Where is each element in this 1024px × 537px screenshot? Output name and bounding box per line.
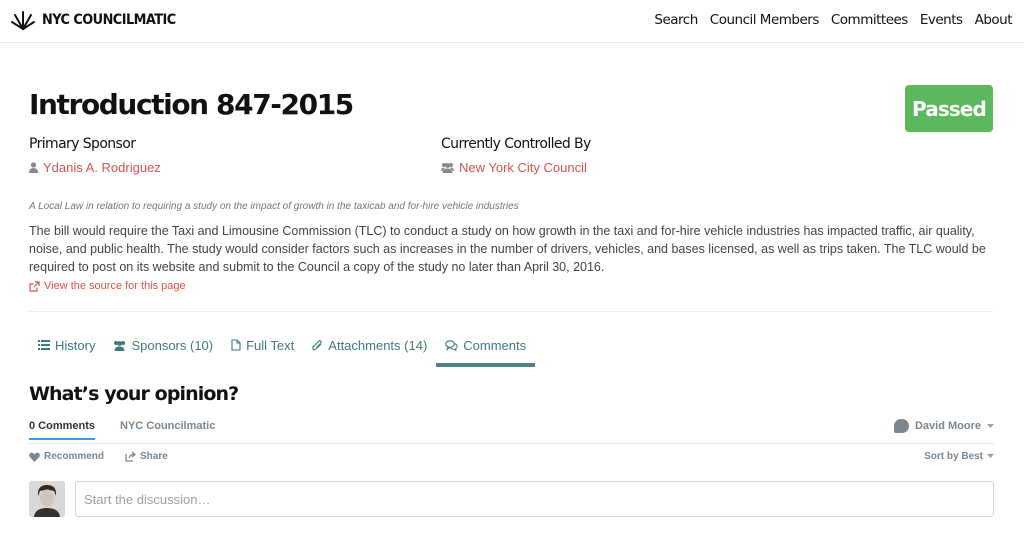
share-button[interactable]: Share [125,451,168,462]
tab-comments[interactable]: Comments [436,333,536,367]
primary-sponsor-link[interactable]: Ydanis A. Rodriguez [29,160,161,175]
share-icon [125,451,136,462]
users-icon [441,163,454,173]
comments-actions: Recommend Share Sort by Best [29,451,994,465]
nav-committees[interactable]: Committees [831,12,908,28]
tab-community[interactable]: NYC Councilmatic [120,420,215,432]
tab-sponsors-label: Sponsors (10) [131,337,214,353]
top-navbar: NYC COUNCILMATIC Search Council Members … [0,0,1024,43]
user-avatar-icon [29,481,65,517]
tab-attachments-label: Attachments (14) [328,337,428,353]
comments-heading: What’s your opinion? [29,383,239,405]
recommend-label: Recommend [44,451,105,462]
controlled-by-name: New York City Council [459,160,587,175]
external-link-icon [29,280,40,292]
status-badge: Passed [905,85,993,132]
file-icon [231,339,241,351]
nav-links: Search Council Members Committees Events… [654,12,1012,28]
avatar [29,481,65,517]
user-icon [29,162,38,173]
controlled-by-label: Currently Controlled By [441,136,591,152]
brand-name: NYC COUNCILMATIC [42,12,176,28]
bill-tabs: History Sponsors (10) Full Text Attachme… [29,333,536,368]
user-bubble-icon [893,419,909,433]
bill-description: The bill would require the Taxi and Limo… [29,224,986,274]
bill-title: Introduction 847-2015 [29,88,354,121]
tab-comments-label: Comments [463,337,527,353]
share-label: Share [140,451,168,462]
controlled-by-link[interactable]: New York City Council [441,160,587,175]
primary-sponsor-name: Ydanis A. Rodriguez [43,160,161,175]
nav-search[interactable]: Search [654,12,698,28]
tab-attachments[interactable]: Attachments (14) [303,333,436,357]
sort-dropdown[interactable]: Sort by Best [924,451,994,462]
primary-sponsor-label: Primary Sponsor [29,136,136,152]
tab-history-label: History [55,337,96,353]
view-source-label: View the source for this page [44,280,186,292]
heart-icon [29,452,40,462]
divider [29,311,994,312]
discussion-input[interactable] [75,481,994,517]
nav-events[interactable]: Events [920,12,963,28]
paperclip-icon [312,340,323,351]
chevron-down-icon [987,454,994,458]
chevron-down-icon [987,423,994,428]
comments-icon [445,339,458,351]
sort-label: Sort by Best [924,451,983,462]
user-menu[interactable]: David Moore [893,419,994,433]
nav-council-members[interactable]: Council Members [710,12,820,28]
users-icon [114,340,126,351]
councilmatic-logo-icon [11,11,35,30]
brand[interactable]: NYC COUNCILMATIC [9,9,187,31]
tab-comment-count[interactable]: 0 Comments [29,420,96,440]
user-name: David Moore [914,420,981,432]
bill-summary: A Local Law in relation to requiring a s… [29,201,519,212]
tab-full-text-label: Full Text [246,337,295,353]
comments-tabs: 0 Comments NYC Councilmatic David Moore [29,419,994,444]
tab-sponsors[interactable]: Sponsors (10) [104,333,222,357]
view-source-link[interactable]: View the source for this page [29,280,186,292]
tab-full-text[interactable]: Full Text [222,333,303,357]
nav-about[interactable]: About [975,12,1013,28]
recommend-button[interactable]: Recommend [29,451,104,462]
tab-history[interactable]: History [29,333,104,357]
list-icon [38,340,50,350]
